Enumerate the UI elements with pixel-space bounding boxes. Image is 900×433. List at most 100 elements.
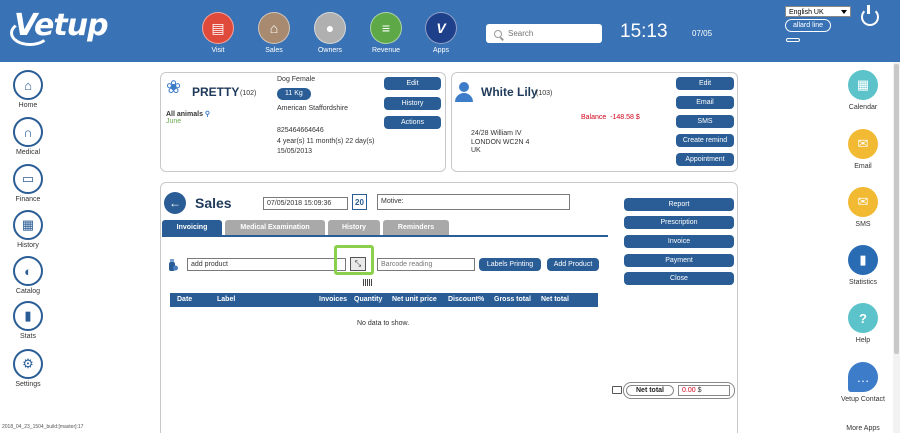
animal-breed: American Staffordshire — [277, 105, 349, 112]
motive-field[interactable]: Motive: — [377, 194, 570, 210]
right-nav-email[interactable]: ✉ Email — [838, 129, 888, 170]
right-nav-sms[interactable]: ✉ SMS — [838, 187, 888, 228]
page-scrollbar[interactable] — [893, 62, 900, 433]
animal-id: (102) — [240, 90, 257, 97]
coins-icon: ≡ — [370, 12, 402, 44]
right-nav-more-apps[interactable]: More Apps — [838, 425, 888, 432]
owner-email-button[interactable]: Email — [676, 96, 734, 109]
weight-badge: 11 Kg — [277, 88, 311, 100]
user-menu-toggle[interactable] — [786, 38, 800, 42]
sale-date-field[interactable]: 07/05/2018 15:09:36 — [263, 197, 348, 210]
tab-medical-examination[interactable]: Medical Examination — [225, 220, 325, 235]
question-icon: ? — [848, 303, 878, 333]
owner-country: UK — [471, 147, 481, 154]
language-value: English UK — [789, 9, 824, 16]
column-header[interactable]: Gross total — [494, 293, 531, 307]
column-header[interactable]: Invoices — [319, 293, 347, 307]
animal-birth-month: June — [166, 118, 182, 125]
column-header[interactable]: Net unit price — [392, 293, 437, 307]
nav-label: Apps — [433, 47, 449, 54]
scrollbar-thumb[interactable] — [894, 64, 899, 354]
balance-value: -148.58 $ — [610, 114, 640, 121]
animal-age: 4 year(s) 11 month(s) 22 day(s) — [277, 138, 375, 145]
nav-label: Visit — [211, 47, 225, 54]
add-product-button[interactable]: Add Product — [547, 258, 599, 271]
clock-date: 07/05 — [692, 29, 713, 38]
labels-printing-button[interactable]: Labels Printing — [479, 258, 541, 271]
bar-chart-icon: ▮ — [848, 245, 878, 275]
add-product-input[interactable]: add product — [187, 258, 346, 271]
owner-address-1: 24/28 William IV — [471, 130, 522, 137]
page-title: Sales — [195, 195, 232, 211]
build-version: 2018_04_23_1504_build:[master]:17 — [2, 424, 84, 430]
left-nav-catalog[interactable]: ◐ Catalog — [8, 256, 48, 295]
scanner-icon[interactable]: ⤡ — [350, 257, 366, 271]
language-select[interactable]: English UK — [785, 6, 851, 17]
animal-actions-button[interactable]: Actions — [384, 116, 441, 129]
catalog-icon: ◐ — [13, 256, 43, 286]
payment-button[interactable]: Payment — [624, 254, 734, 267]
shop-icon: ⌂ — [258, 12, 290, 44]
appointment-button[interactable]: Appointment — [676, 153, 734, 166]
prescription-button[interactable]: Prescription — [624, 216, 734, 229]
nav-revenue[interactable]: ≡ Revenue — [366, 12, 406, 54]
column-header[interactable]: Quantity — [354, 293, 382, 307]
cash-icon: ▭ — [13, 164, 43, 194]
barcode-reading-input[interactable]: Barcode reading — [377, 258, 475, 271]
owner-edit-button[interactable]: Edit — [676, 77, 734, 90]
animal-name: PRETTY — [192, 85, 240, 99]
animal-group-label: All animals — [166, 111, 203, 118]
left-nav-home[interactable]: ⌂ Home — [8, 70, 48, 109]
search-input[interactable] — [508, 29, 588, 38]
nav-owners[interactable]: ● Owners — [310, 12, 350, 54]
animal-group[interactable]: All animals ⚲ — [166, 110, 210, 118]
net-total-amount: 0.00 — [682, 387, 696, 394]
nav-label: Sales — [265, 47, 283, 54]
invoice-button[interactable]: Invoice — [624, 235, 734, 248]
net-total-value: 0.00 $ — [678, 385, 730, 396]
column-header[interactable]: Net total — [541, 293, 569, 307]
printer-icon[interactable] — [612, 386, 622, 394]
back-arrow-icon[interactable]: ← — [164, 192, 186, 214]
left-nav-label: Catalog — [15, 288, 41, 295]
owner-sms-button[interactable]: SMS — [676, 115, 734, 128]
left-nav-stats[interactable]: ▮ Stats — [8, 301, 48, 340]
left-nav-label: History — [17, 242, 39, 249]
close-button[interactable]: Close — [624, 272, 734, 285]
animal-edit-button[interactable]: Edit — [384, 77, 441, 90]
stats-icon: ▮ — [13, 301, 43, 331]
left-nav-medical[interactable]: ∩ Medical — [8, 117, 48, 156]
right-nav-vetup-contact[interactable]: … Vetup Contact — [838, 362, 888, 403]
barcode-icon[interactable] — [363, 279, 373, 286]
column-header[interactable]: Date — [177, 293, 192, 307]
left-nav-finance[interactable]: ▭ Finance — [8, 164, 48, 203]
tab-invoicing[interactable]: Invoicing — [162, 220, 222, 235]
power-icon[interactable] — [861, 5, 879, 26]
animal-chip: 825464664646 — [277, 127, 324, 134]
search-box[interactable] — [486, 24, 602, 43]
user-button[interactable]: allard line — [785, 19, 831, 32]
tab-history[interactable]: History — [328, 220, 380, 235]
left-nav-history[interactable]: ▦ History — [8, 210, 48, 249]
right-nav-statistics[interactable]: ▮ Statistics — [838, 245, 888, 286]
owner-address-2: LONDON WC2N 4 — [471, 139, 530, 146]
calendar-icon: ▦ — [13, 210, 43, 240]
nav-sales[interactable]: ⌂ Sales — [254, 12, 294, 54]
nav-visit[interactable]: ▤ Visit — [198, 12, 238, 54]
animal-history-button[interactable]: History — [384, 97, 441, 110]
column-header[interactable]: Label — [217, 293, 235, 307]
net-total-currency: $ — [697, 387, 702, 394]
right-nav-help[interactable]: ? Help — [838, 303, 888, 344]
stethoscope-icon: ∩ — [13, 117, 43, 147]
nav-apps[interactable]: V Apps — [421, 12, 461, 54]
net-total-box: Net total 0.00 $ — [623, 382, 735, 399]
right-nav-calendar[interactable]: ▦ Calendar — [838, 70, 888, 111]
calendar-picker-icon[interactable]: 20 — [352, 194, 367, 210]
column-header[interactable]: Discount% — [448, 293, 484, 307]
report-button[interactable]: Report — [624, 198, 734, 211]
apps-v-icon: V — [425, 12, 457, 44]
vetup-logo[interactable]: Vetup — [14, 8, 109, 43]
left-nav-settings[interactable]: ⚙ Settings — [8, 349, 48, 388]
create-remind-button[interactable]: Create remind — [676, 134, 734, 147]
tab-reminders[interactable]: Reminders — [383, 220, 449, 235]
